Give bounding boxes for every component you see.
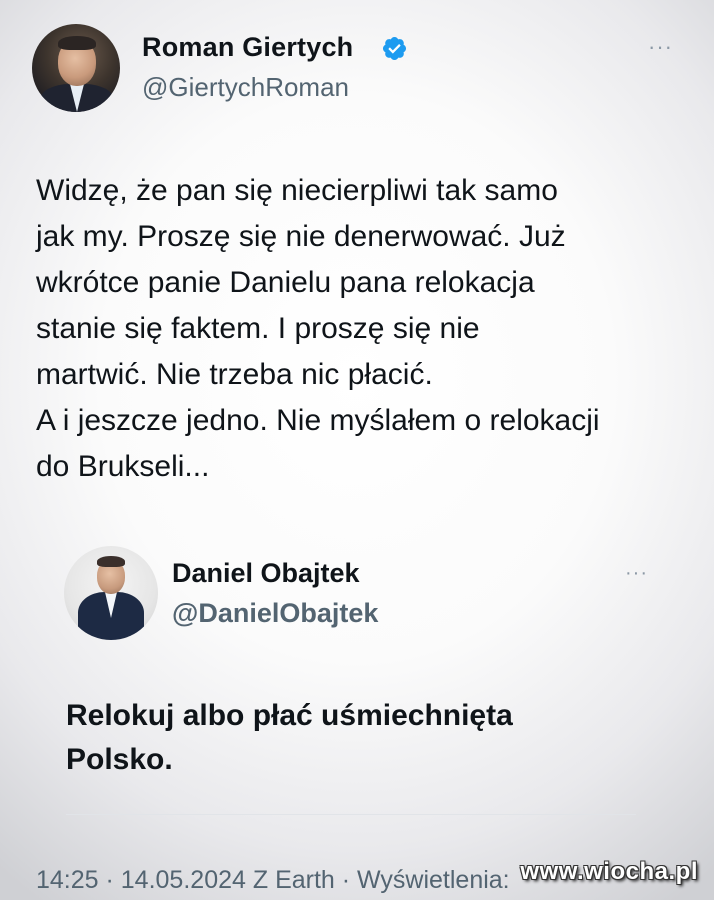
quoted-tweet-text: Relokuj albo płać uśmiechnięta Polsko. [66, 699, 513, 776]
author-handle[interactable]: @GiertychRoman [142, 72, 349, 103]
quoted-avatar[interactable] [64, 546, 158, 640]
avatar-hair [58, 36, 96, 50]
avatar-hair [97, 556, 125, 567]
avatar[interactable] [32, 24, 120, 112]
quoted-author-name[interactable]: Daniel Obajtek [172, 558, 360, 589]
verified-badge-icon [382, 36, 407, 61]
divider [66, 814, 636, 815]
tweet-text: Widzę, że pan się niecierpliwi tak samo … [36, 174, 600, 483]
more-icon[interactable]: ··· [648, 34, 673, 60]
author-name[interactable]: Roman Giertych [142, 32, 353, 63]
more-icon[interactable]: ··· [625, 562, 648, 585]
tweet-screenshot: Roman Giertych @GiertychRoman ··· Widzę,… [0, 0, 714, 900]
watermark: www.wiocha.pl [520, 858, 698, 885]
quoted-author-handle[interactable]: @DanielObajtek [172, 598, 378, 629]
tweet-meta: 14:25 · 14.05.2024 Z Earth · Wyświetleni… [36, 866, 510, 894]
